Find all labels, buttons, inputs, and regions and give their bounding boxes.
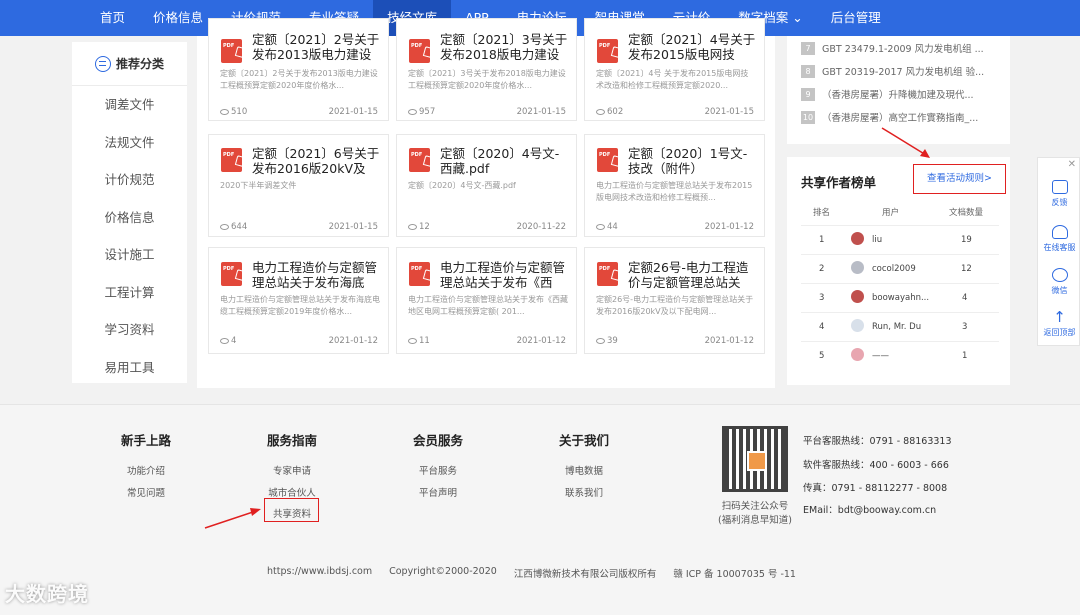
watermark-logo: 大数跨境 [5,582,89,606]
annotation-arrows [204,127,930,529]
